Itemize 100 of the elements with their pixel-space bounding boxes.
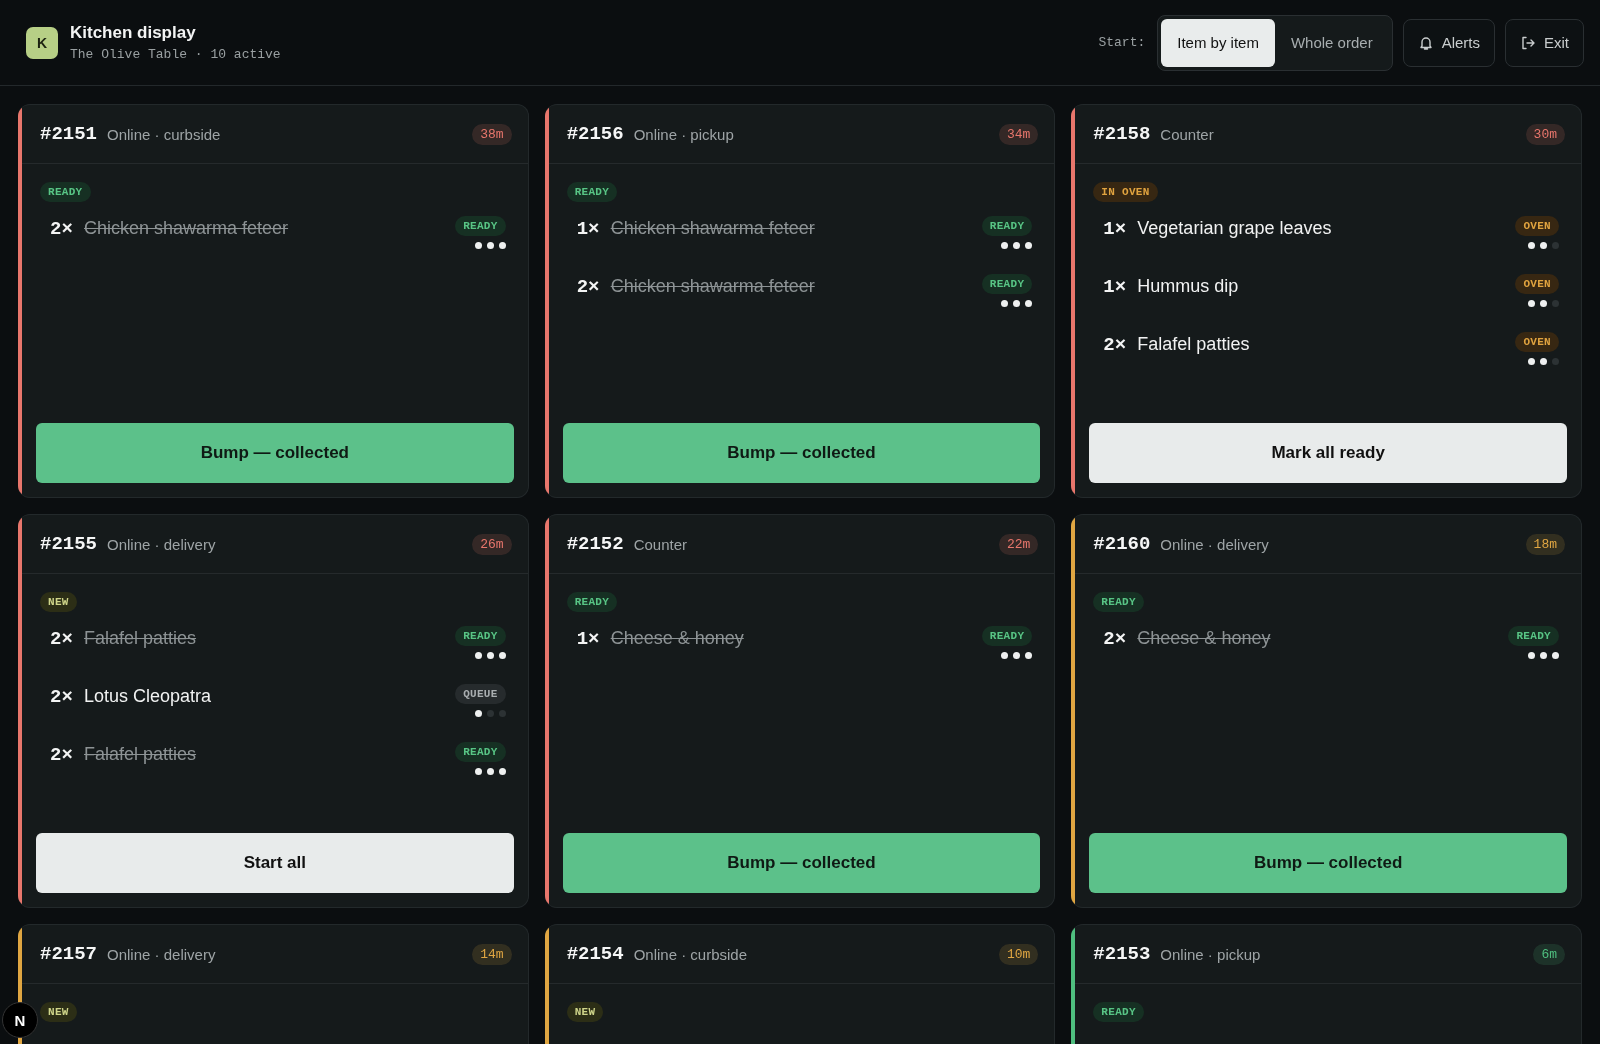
status-badge: READY (566, 182, 618, 202)
status-badge: NEW (566, 1002, 604, 1022)
progress-dot (1528, 242, 1535, 249)
item-status-badge: READY (455, 742, 506, 762)
action-button[interactable]: Start all (36, 833, 514, 893)
exit-button[interactable]: Exit (1505, 18, 1584, 67)
item-quantity: 2× (50, 217, 74, 240)
progress-dot (1025, 300, 1033, 307)
item-status-badge: READY (455, 216, 506, 236)
progress-dot (1552, 358, 1559, 365)
order-number: #2153 (1093, 943, 1151, 965)
order-channel: Online · delivery (107, 945, 217, 963)
progress-dot (1013, 242, 1021, 249)
progress-dot (486, 652, 494, 659)
progress-dot (1540, 300, 1547, 307)
progress-dot (1552, 652, 1559, 659)
item-name: Cheese & honey (610, 627, 745, 649)
order-channel: Counter (633, 535, 689, 553)
app-title: Kitchen display (70, 23, 197, 43)
progress-dot (1528, 300, 1535, 307)
exit-icon (1520, 34, 1536, 51)
bump-button[interactable]: Bump — collected (1089, 833, 1567, 893)
item-status-badge: READY (455, 626, 506, 646)
item-quantity: 2× (576, 275, 601, 298)
progress-dot (498, 768, 506, 775)
status-badge: READY (40, 182, 91, 202)
progress-dot (1540, 242, 1547, 249)
item-status-badge: READY (981, 626, 1033, 646)
item-name: Cheese & honey (1137, 627, 1272, 649)
order-number: #2155 (40, 533, 97, 555)
alerts-button[interactable]: Alerts (1402, 18, 1495, 67)
progress-dot (1001, 242, 1009, 249)
dev-badge[interactable]: N (2, 1002, 38, 1038)
item-name: Falafel patties (84, 743, 198, 765)
item-name: Chicken shawarma feteer (84, 217, 290, 239)
bump-button[interactable]: Bump — collected (562, 423, 1041, 483)
progress-dot (486, 768, 494, 775)
app-subtitle: The Olive Table · 10 active (70, 47, 281, 62)
order-age: 30m (1525, 123, 1565, 145)
progress-dot (498, 652, 506, 659)
item-quantity: 2× (1103, 627, 1128, 650)
progress-dot (486, 710, 494, 717)
item-quantity: 2× (50, 685, 74, 708)
status-badge: IN OVEN (1093, 182, 1158, 202)
item-name: Vegetarian grape leaves (1137, 217, 1333, 239)
item-status-badge: READY (981, 216, 1033, 236)
start-label: Start: (1098, 35, 1146, 50)
status-badge: NEW (40, 592, 77, 612)
status-badge: NEW (40, 1002, 77, 1022)
progress-dot (1528, 652, 1535, 659)
order-age: 10m (998, 943, 1039, 965)
progress-dot (1552, 300, 1559, 307)
item-quantity: 2× (50, 627, 74, 650)
order-channel: Online · curbside (633, 945, 749, 963)
progress-dot (1013, 652, 1021, 659)
mode-tab[interactable]: Whole order (1274, 18, 1389, 67)
order-age: 18m (1525, 533, 1565, 555)
action-button[interactable]: Mark all ready (1089, 423, 1567, 483)
progress-dot (1540, 652, 1547, 659)
order-number: #2156 (566, 123, 624, 145)
order-channel: Online · delivery (107, 535, 217, 553)
mode-tab[interactable]: Item by item (1161, 18, 1275, 67)
item-status-badge: QUEUE (455, 684, 506, 704)
order-channel: Online · curbside (107, 125, 222, 143)
order-number: #2158 (1093, 123, 1151, 145)
order-age: 14m (472, 943, 512, 965)
order-age: 22m (998, 533, 1039, 555)
progress-dot (1552, 242, 1559, 249)
item-name: Hummus dip (1137, 275, 1240, 297)
bell-icon (1417, 34, 1434, 51)
order-age: 6m (1533, 943, 1565, 965)
item-status-badge: READY (981, 274, 1033, 294)
order-age: 34m (998, 123, 1039, 145)
item-quantity: 1× (1103, 217, 1128, 240)
order-age: 26m (472, 533, 512, 555)
order-number: #2157 (40, 943, 97, 965)
item-name: Chicken shawarma feteer (610, 275, 816, 297)
progress-dot (474, 710, 482, 717)
progress-dot (1025, 652, 1033, 659)
bump-button[interactable]: Bump — collected (562, 833, 1041, 893)
item-name: Lotus Cleopatra (84, 685, 213, 707)
item-quantity: 2× (50, 743, 74, 766)
status-badge: READY (1093, 1002, 1144, 1022)
order-channel: Online · delivery (1160, 535, 1270, 553)
bump-button[interactable]: Bump — collected (36, 423, 514, 483)
item-quantity: 2× (1103, 333, 1128, 356)
progress-dot (1001, 300, 1009, 307)
logo-badge: K (26, 26, 58, 59)
item-quantity: 1× (1103, 275, 1128, 298)
progress-dot (498, 710, 506, 717)
progress-dot (498, 242, 506, 249)
progress-dot (486, 242, 494, 249)
item-name: Falafel patties (84, 627, 198, 649)
item-status-badge: OVEN (1515, 216, 1559, 236)
item-quantity: 1× (576, 627, 601, 650)
progress-dot (474, 652, 482, 659)
progress-dot (474, 242, 482, 249)
order-number: #2160 (1093, 533, 1151, 555)
order-number: #2154 (566, 943, 624, 965)
progress-dot (474, 768, 482, 775)
